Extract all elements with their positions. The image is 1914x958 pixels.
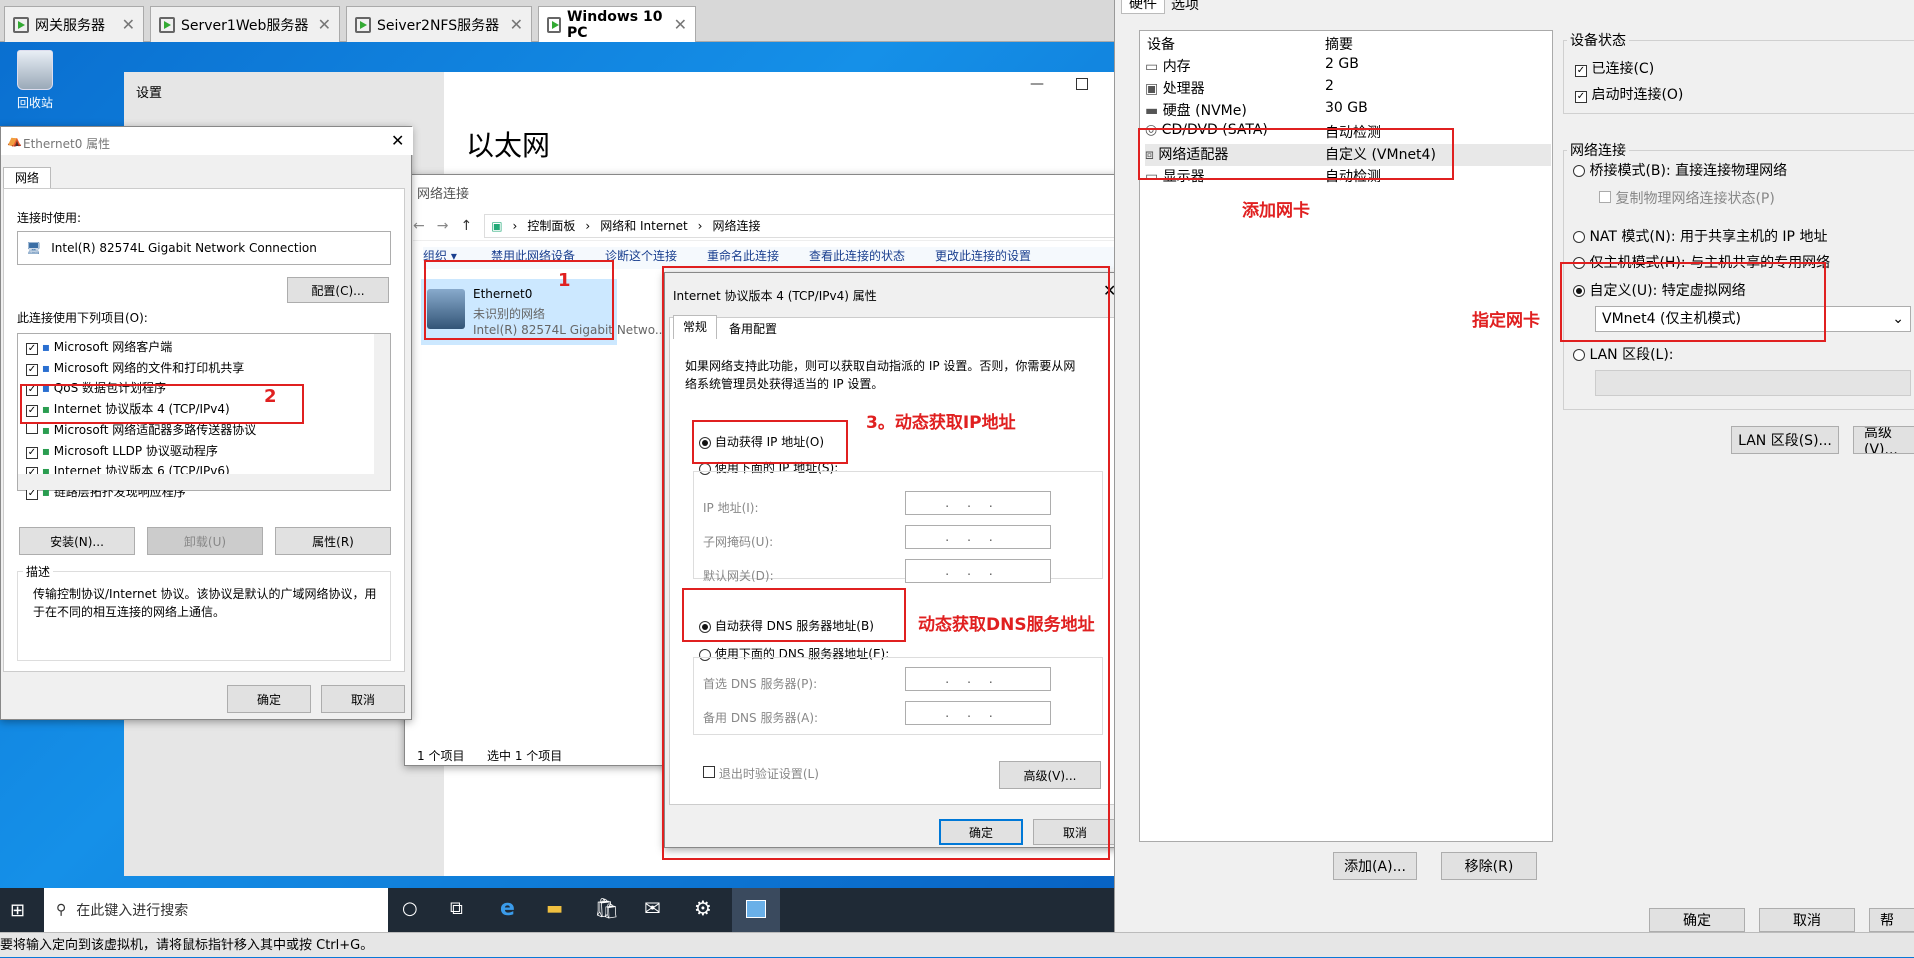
tab-hardware[interactable]: 硬件 — [1121, 0, 1165, 14]
back-icon[interactable]: ← — [413, 218, 425, 234]
vm-tab-win10[interactable]: Windows 10 PC ✕ — [538, 6, 696, 42]
vm-tab-server1[interactable]: Server1Web服务器 ✕ — [150, 6, 340, 42]
tab-options[interactable]: 选项 — [1171, 0, 1199, 14]
advanced-button[interactable]: 高级(V)... — [1853, 426, 1914, 454]
ok-button[interactable]: 确定 — [227, 685, 311, 713]
taskbar-search[interactable]: ⚲ 在此键入进行搜索 — [44, 888, 388, 932]
recycle-bin[interactable]: 回收站 — [12, 50, 58, 111]
settings-gear-icon[interactable]: ⚙ — [694, 896, 712, 920]
adapter-field: 🖥 Intel(R) 82574L Gigabit Network Connec… — [17, 231, 391, 265]
cancel-button[interactable]: 取消 — [1759, 908, 1855, 932]
annotation-box-network-adapter — [1138, 128, 1454, 180]
processor-icon: ▣ — [1145, 81, 1159, 97]
vm-icon — [547, 16, 561, 33]
vm-icon — [13, 16, 29, 33]
remove-button[interactable]: 移除(R) — [1441, 852, 1537, 880]
chevron-right-icon: › — [697, 218, 703, 233]
vm-tab-server2[interactable]: Seiver2NFS服务器 ✕ — [346, 6, 532, 42]
memory-icon: ▭ — [1145, 59, 1159, 75]
annotation-dns: 动态获取DNS服务地址 — [918, 615, 1095, 635]
help-button[interactable]: 帮 — [1869, 908, 1914, 932]
dialog-title: Ethernet0 属性 — [23, 137, 111, 151]
tab-network[interactable]: 网络 — [3, 167, 51, 189]
device-row[interactable]: ▬ 硬盘 (NVMe) 30 GB — [1145, 100, 1551, 122]
close-icon[interactable]: ✕ — [318, 15, 331, 34]
store-icon[interactable]: 🛍 — [594, 896, 619, 920]
description-text: 传输控制协议/Internet 协议。该协议是默认的广域网络协议，用于在不同的相… — [33, 587, 377, 619]
network-connections-taskbar-button[interactable] — [732, 888, 780, 932]
control-panel-icon: ▣ — [491, 218, 503, 233]
configure-button[interactable]: 配置(C)... — [287, 277, 389, 303]
annotation-box-ipv4 — [20, 384, 304, 424]
minimize-icon[interactable]: — — [1030, 76, 1044, 92]
windows-start-icon[interactable]: ⊞ — [10, 900, 25, 921]
vm-tab-gateway[interactable]: 网关服务器 ✕ — [4, 6, 144, 42]
cancel-button[interactable]: 取消 — [321, 685, 405, 713]
status-bar: 要将输入定向到该虚拟机，请将鼠标指针移入其中或按 Ctrl+G。 — [0, 932, 1914, 957]
list-item[interactable]: ✓ ▪ Microsoft 网络客户端 — [26, 337, 390, 358]
connected-checkbox[interactable]: ✓ 已连接(C) — [1575, 58, 1654, 78]
chevron-down-icon: ⌄ — [1892, 311, 1904, 327]
annotation-box-auto-ip — [692, 420, 848, 464]
lan-segments-button[interactable]: LAN 区段(S)... — [1731, 426, 1839, 454]
close-icon[interactable]: ✕ — [674, 15, 687, 34]
annotation-2: 2 — [264, 386, 277, 407]
settings-heading: 以太网 — [466, 129, 551, 162]
nav-bar: ← → ↑ ▣ › 控制面板 › 网络和 Internet › 网络连接 — [413, 211, 1121, 241]
forward-icon[interactable]: → — [437, 218, 449, 234]
network-icon: ⛺ — [7, 133, 22, 147]
chevron-right-icon: › — [585, 218, 591, 233]
taskbar: ⊞ ⚲ 在此键入进行搜索 ○ ⧉ e ▬ 🛍 ✉ ⚙ — [0, 888, 1120, 932]
replicate-checkbox[interactable]: 复制物理网络连接状态(P) — [1599, 188, 1775, 208]
edge-icon[interactable]: e — [500, 896, 515, 921]
search-icon: ⚲ — [56, 902, 67, 918]
selected-count: 选中 1 个项目 — [487, 749, 563, 763]
vm-icon — [355, 16, 371, 33]
device-row[interactable]: ▣ 处理器 2 — [1145, 78, 1551, 100]
horizontal-scrollbar[interactable] — [18, 474, 374, 490]
list-item[interactable]: ✓ ▪ Microsoft 网络的文件和打印机共享 — [26, 358, 390, 379]
annotation-box-auto-dns — [682, 588, 906, 642]
vm-tab-bar: 网关服务器 ✕ Server1Web服务器 ✕ Seiver2NFS服务器 ✕ Win… — [0, 0, 1120, 42]
annotation-3: 3。动态获取IP地址 — [866, 413, 1016, 433]
network-card-icon: 🖥 — [26, 241, 42, 255]
item-count: 1 个项目 — [417, 749, 465, 763]
vertical-scrollbar[interactable] — [374, 334, 390, 490]
annotation-specify-nic: 指定网卡 — [1472, 311, 1540, 331]
properties-button[interactable]: 属性(R) — [275, 527, 391, 555]
lan-segment-radio[interactable]: LAN 区段(L): — [1573, 344, 1674, 364]
list-item[interactable]: ✓ ▪ Microsoft LLDP 协议驱动程序 — [26, 441, 390, 462]
close-icon[interactable]: ✕ — [510, 15, 523, 34]
recycle-bin-icon — [17, 50, 53, 90]
maximize-icon[interactable] — [1076, 78, 1088, 90]
cortana-icon[interactable]: ○ — [402, 898, 418, 919]
netconn-title: 网络连接 — [417, 187, 470, 202]
settings-title: 设置 — [136, 86, 163, 101]
annotation-1: 1 — [558, 270, 571, 291]
chevron-right-icon: › — [512, 218, 518, 233]
network-window-icon — [746, 900, 766, 918]
device-row[interactable]: ▭ 内存 2 GB — [1145, 56, 1551, 78]
ok-button[interactable]: 确定 — [1649, 908, 1745, 932]
hard-disk-icon: ▬ — [1145, 103, 1159, 119]
close-icon[interactable]: ✕ — [391, 131, 404, 150]
annotation-box-custom-vmnet — [1560, 262, 1826, 342]
file-explorer-icon[interactable]: ▬ — [546, 898, 563, 919]
annotation-add-nic: 添加网卡 — [1242, 201, 1310, 221]
up-icon[interactable]: ↑ — [460, 218, 472, 234]
annotation-box-adapter — [424, 260, 614, 340]
nat-radio[interactable]: NAT 模式(N): 用于共享主机的 IP 地址 — [1573, 226, 1827, 246]
connect-on-start-checkbox[interactable]: ✓ 启动时连接(O) — [1575, 84, 1683, 104]
bridged-radio[interactable]: 桥接模式(B): 直接连接物理网络 — [1573, 160, 1787, 180]
mail-icon[interactable]: ✉ — [644, 896, 661, 920]
annotation-box-ipv4-dialog — [662, 266, 1110, 860]
lan-segment-select[interactable] — [1595, 370, 1911, 396]
install-button[interactable]: 安装(N)... — [19, 527, 135, 555]
uninstall-button[interactable]: 卸载(U) — [147, 527, 263, 555]
add-button[interactable]: 添加(A)... — [1333, 852, 1417, 880]
breadcrumb[interactable]: ▣ › 控制面板 › 网络和 Internet › 网络连接 — [484, 213, 1121, 238]
task-view-icon[interactable]: ⧉ — [450, 898, 463, 919]
vm-icon — [159, 16, 175, 33]
close-icon[interactable]: ✕ — [122, 15, 135, 34]
